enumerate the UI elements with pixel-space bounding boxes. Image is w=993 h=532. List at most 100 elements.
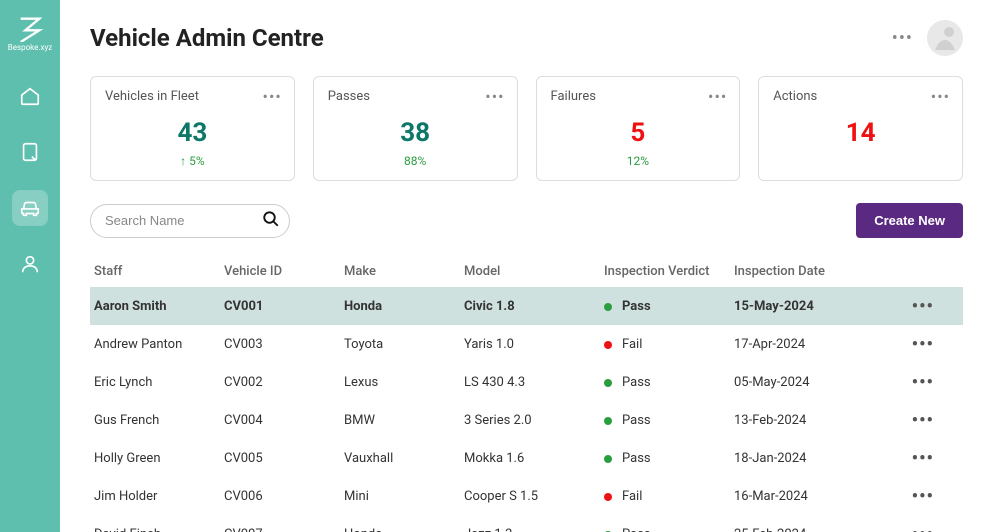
- column-header[interactable]: Model: [464, 264, 604, 279]
- card-more-icon[interactable]: •••: [485, 87, 504, 106]
- column-header[interactable]: Inspection Verdict: [604, 264, 734, 279]
- card-value: 5: [551, 118, 726, 148]
- cell-verdict: Pass: [604, 413, 734, 428]
- card-more-icon[interactable]: •••: [263, 87, 282, 106]
- cell-staff: Eric Lynch: [94, 375, 224, 390]
- cell-verdict: Pass: [604, 375, 734, 390]
- stat-card: Failures ••• 5 12%: [536, 76, 741, 181]
- cell-verdict: Fail: [604, 489, 734, 504]
- status-dot-icon: [604, 303, 612, 311]
- topbar-more-icon[interactable]: •••: [892, 28, 913, 49]
- cell-date: 13-Feb-2024: [734, 413, 894, 428]
- row-more-icon[interactable]: •••: [894, 486, 934, 507]
- stat-card: Passes ••• 38 88%: [313, 76, 518, 181]
- column-header[interactable]: Staff: [94, 264, 224, 279]
- nav-home[interactable]: [12, 78, 48, 114]
- cell-vehicle-id: CV005: [224, 451, 344, 466]
- nav-vehicle[interactable]: [12, 190, 48, 226]
- stat-card: Actions ••• 14: [758, 76, 963, 181]
- card-sub: ↑ 5%: [105, 154, 280, 168]
- create-new-button[interactable]: Create New: [856, 203, 963, 238]
- cell-model: Mokka 1.6: [464, 451, 604, 466]
- row-more-icon[interactable]: •••: [894, 524, 934, 532]
- cell-verdict: Pass: [604, 451, 734, 466]
- cell-make: Lexus: [344, 375, 464, 390]
- cell-date: 17-Apr-2024: [734, 337, 894, 352]
- search-icon[interactable]: [262, 210, 280, 232]
- cell-date: 15-May-2024: [734, 299, 894, 314]
- cell-make: BMW: [344, 413, 464, 428]
- column-header[interactable]: Make: [344, 264, 464, 279]
- stat-card: Vehicles in Fleet ••• 43 ↑ 5%: [90, 76, 295, 181]
- avatar[interactable]: [927, 20, 963, 56]
- cell-staff: Andrew Panton: [94, 337, 224, 352]
- card-title: Failures: [551, 89, 726, 104]
- table-row[interactable]: Jim Holder CV006 Mini Cooper S 1.5 Fail …: [90, 477, 963, 515]
- cell-vehicle-id: CV003: [224, 337, 344, 352]
- table-row[interactable]: Aaron Smith CV001 Honda Civic 1.8 Pass 1…: [90, 287, 963, 325]
- status-dot-icon: [604, 341, 612, 349]
- status-dot-icon: [604, 493, 612, 501]
- card-value: 38: [328, 118, 503, 148]
- cell-staff: Holly Green: [94, 451, 224, 466]
- cell-model: Cooper S 1.5: [464, 489, 604, 504]
- cell-vehicle-id: CV006: [224, 489, 344, 504]
- card-sub: 88%: [328, 154, 503, 168]
- stat-cards: Vehicles in Fleet ••• 43 ↑ 5% Passes •••…: [90, 76, 963, 181]
- cell-vehicle-id: CV007: [224, 527, 344, 532]
- table-row[interactable]: David Finch CV007 Honda Jazz 1.3 Pass 25…: [90, 515, 963, 532]
- card-sub: 12%: [551, 154, 726, 168]
- cell-model: Jazz 1.3: [464, 527, 604, 532]
- row-more-icon[interactable]: •••: [894, 296, 934, 317]
- cell-staff: Aaron Smith: [94, 299, 224, 314]
- cell-make: Mini: [344, 489, 464, 504]
- cell-vehicle-id: CV001: [224, 299, 344, 314]
- topbar: Vehicle Admin Centre •••: [90, 20, 963, 56]
- row-more-icon[interactable]: •••: [894, 334, 934, 355]
- cell-model: Civic 1.8: [464, 299, 604, 314]
- search-input[interactable]: [90, 204, 290, 238]
- nav-profile[interactable]: [12, 246, 48, 282]
- table-row[interactable]: Andrew Panton CV003 Toyota Yaris 1.0 Fai…: [90, 325, 963, 363]
- cell-staff: Jim Holder: [94, 489, 224, 504]
- cell-model: LS 430 4.3: [464, 375, 604, 390]
- status-dot-icon: [604, 417, 612, 425]
- cell-date: 25-Feb-2024: [734, 527, 894, 532]
- cell-make: Vauxhall: [344, 451, 464, 466]
- table-header: StaffVehicle IDMakeModelInspection Verdi…: [90, 256, 963, 287]
- card-more-icon[interactable]: •••: [931, 87, 950, 106]
- card-value: 14: [773, 118, 948, 148]
- card-title: Vehicles in Fleet: [105, 89, 280, 104]
- data-table: StaffVehicle IDMakeModelInspection Verdi…: [90, 256, 963, 532]
- column-header[interactable]: Vehicle ID: [224, 264, 344, 279]
- cell-staff: Gus French: [94, 413, 224, 428]
- sidebar: Bespoke.xyz: [0, 0, 60, 532]
- controls-row: Create New: [90, 203, 963, 238]
- brand-logo[interactable]: Bespoke.xyz: [5, 8, 55, 58]
- card-value: 43: [105, 118, 280, 148]
- card-title: Passes: [328, 89, 503, 104]
- table-row[interactable]: Eric Lynch CV002 Lexus LS 430 4.3 Pass 0…: [90, 363, 963, 401]
- cell-vehicle-id: CV002: [224, 375, 344, 390]
- column-header[interactable]: Inspection Date: [734, 264, 894, 279]
- cell-make: Honda: [344, 527, 464, 532]
- card-title: Actions: [773, 89, 948, 104]
- table-row[interactable]: Gus French CV004 BMW 3 Series 2.0 Pass 1…: [90, 401, 963, 439]
- row-more-icon[interactable]: •••: [894, 372, 934, 393]
- row-more-icon[interactable]: •••: [894, 448, 934, 469]
- card-more-icon[interactable]: •••: [708, 87, 727, 106]
- main-content: Vehicle Admin Centre ••• Vehicles in Fle…: [60, 0, 993, 532]
- cell-date: 05-May-2024: [734, 375, 894, 390]
- cell-model: Yaris 1.0: [464, 337, 604, 352]
- table-row[interactable]: Holly Green CV005 Vauxhall Mokka 1.6 Pas…: [90, 439, 963, 477]
- status-dot-icon: [604, 455, 612, 463]
- cell-model: 3 Series 2.0: [464, 413, 604, 428]
- cell-make: Toyota: [344, 337, 464, 352]
- status-dot-icon: [604, 379, 612, 387]
- cell-verdict: Fail: [604, 337, 734, 352]
- cell-verdict: Pass: [604, 299, 734, 314]
- cell-make: Honda: [344, 299, 464, 314]
- nav-document[interactable]: [12, 134, 48, 170]
- row-more-icon[interactable]: •••: [894, 410, 934, 431]
- table-body: Aaron Smith CV001 Honda Civic 1.8 Pass 1…: [90, 287, 963, 532]
